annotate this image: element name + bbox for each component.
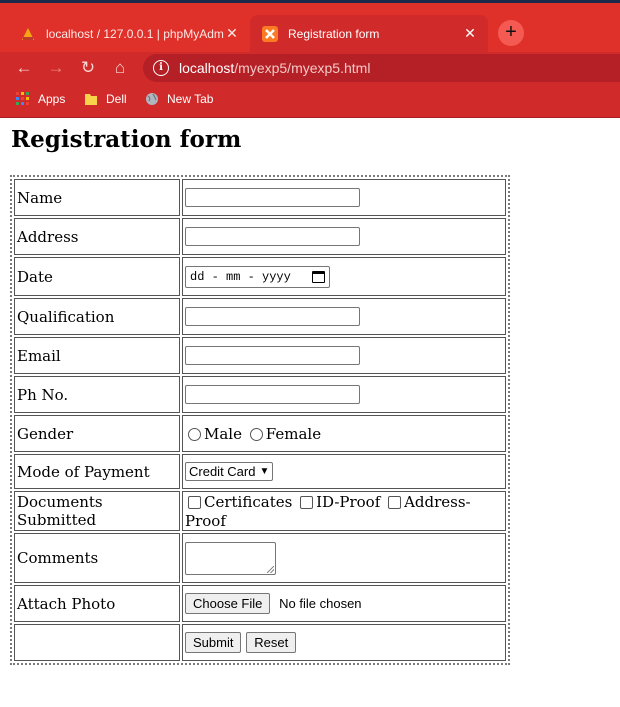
name-input[interactable]: [185, 188, 360, 208]
tab-phpmyadmin[interactable]: localhost / 127.0.0.1 | phpMyAdm ✕: [10, 15, 250, 52]
address-input[interactable]: [185, 227, 360, 247]
folder-icon: [84, 92, 98, 106]
email-label: Email: [14, 337, 180, 374]
id-proof-checkbox[interactable]: [300, 495, 314, 509]
date-placeholder: dd - mm - yyyy: [190, 269, 291, 284]
chevron-down-icon: ▼: [259, 466, 270, 478]
url-path: /myexp5/myexp5.html: [234, 60, 371, 76]
phpmyadmin-favicon-icon: [20, 26, 36, 42]
qualification-label: Qualification: [14, 298, 180, 335]
xampp-favicon-icon: [262, 25, 278, 42]
payment-label: Mode of Payment: [14, 454, 180, 489]
gender-label: Gender: [14, 415, 180, 452]
phone-label: Ph No.: [14, 376, 180, 413]
comments-label: Comments: [14, 533, 180, 583]
reset-button[interactable]: Reset: [246, 632, 297, 653]
id-proof-label: ID-Proof: [316, 493, 381, 511]
empty-cell: [14, 624, 180, 661]
bookmark-new-tab[interactable]: New Tab: [145, 92, 213, 106]
date-label: Date: [14, 257, 180, 296]
tab-close-icon[interactable]: ✕: [224, 25, 240, 42]
registration-form-table: Name Address Date dd - mm - yyyy Qualifi…: [10, 175, 510, 665]
address-bar[interactable]: i localhost/myexp5/myexp5.html: [143, 54, 620, 82]
gender-male-label: Male: [204, 425, 242, 443]
submit-button[interactable]: Submit: [185, 632, 242, 653]
forward-arrow-icon[interactable]: →: [46, 58, 66, 78]
bookmark-label: New Tab: [167, 92, 214, 106]
address-label: Address: [14, 218, 180, 255]
documents-label: Documents Submitted: [14, 491, 180, 531]
email-input[interactable]: [185, 346, 360, 366]
name-label: Name: [14, 179, 180, 216]
phone-input[interactable]: [185, 385, 360, 405]
bookmarks-bar: Apps Dell New Tab: [0, 84, 620, 118]
reload-icon[interactable]: ↻: [78, 58, 98, 78]
page-title: Registration form: [11, 126, 242, 153]
certificates-checkbox[interactable]: [188, 495, 201, 509]
window-top-edge: [0, 0, 620, 3]
bookmark-label: Dell: [106, 92, 127, 106]
file-status-text: No file chosen: [279, 596, 362, 611]
tab-title: Registration form: [288, 26, 380, 41]
tab-close-icon[interactable]: ✕: [462, 25, 478, 42]
address-proof-checkbox[interactable]: [388, 495, 402, 509]
photo-label: Attach Photo: [14, 585, 180, 622]
browser-toolbar: ← → ↻ ⌂ i localhost/myexp5/myexp5.html: [0, 52, 620, 84]
new-tab-button[interactable]: +: [498, 20, 524, 46]
browser-tab-strip: localhost / 127.0.0.1 | phpMyAdm ✕ Regis…: [0, 0, 620, 52]
date-input[interactable]: dd - mm - yyyy: [185, 265, 330, 288]
payment-selected-value: Credit Card: [189, 464, 256, 480]
gender-male-radio[interactable]: [188, 427, 201, 441]
choose-file-button[interactable]: Choose File: [185, 593, 271, 614]
bookmark-label: Apps: [38, 92, 66, 106]
gender-female-radio[interactable]: [249, 427, 263, 441]
calendar-icon[interactable]: [312, 270, 325, 283]
tab-registration-form[interactable]: Registration form ✕: [250, 15, 488, 52]
gender-female-label: Female: [265, 425, 322, 443]
tab-title: localhost / 127.0.0.1 | phpMyAdm: [46, 26, 224, 41]
globe-icon: [145, 92, 159, 106]
certificates-label: Certificates: [204, 493, 293, 511]
apps-grid-icon: [16, 92, 30, 106]
site-info-icon[interactable]: i: [153, 60, 169, 76]
resize-grip-icon[interactable]: [267, 565, 274, 573]
bookmark-dell[interactable]: Dell: [84, 92, 127, 106]
comments-textarea[interactable]: [185, 541, 276, 575]
home-icon[interactable]: ⌂: [110, 58, 130, 78]
bookmark-apps[interactable]: Apps: [16, 92, 65, 106]
payment-mode-select[interactable]: Credit Card ▼: [185, 462, 274, 482]
qualification-input[interactable]: [185, 307, 360, 327]
back-arrow-icon[interactable]: ←: [14, 58, 34, 78]
url-host: localhost: [179, 60, 235, 76]
page-content: Registration form Name Address Date dd -…: [0, 118, 620, 707]
